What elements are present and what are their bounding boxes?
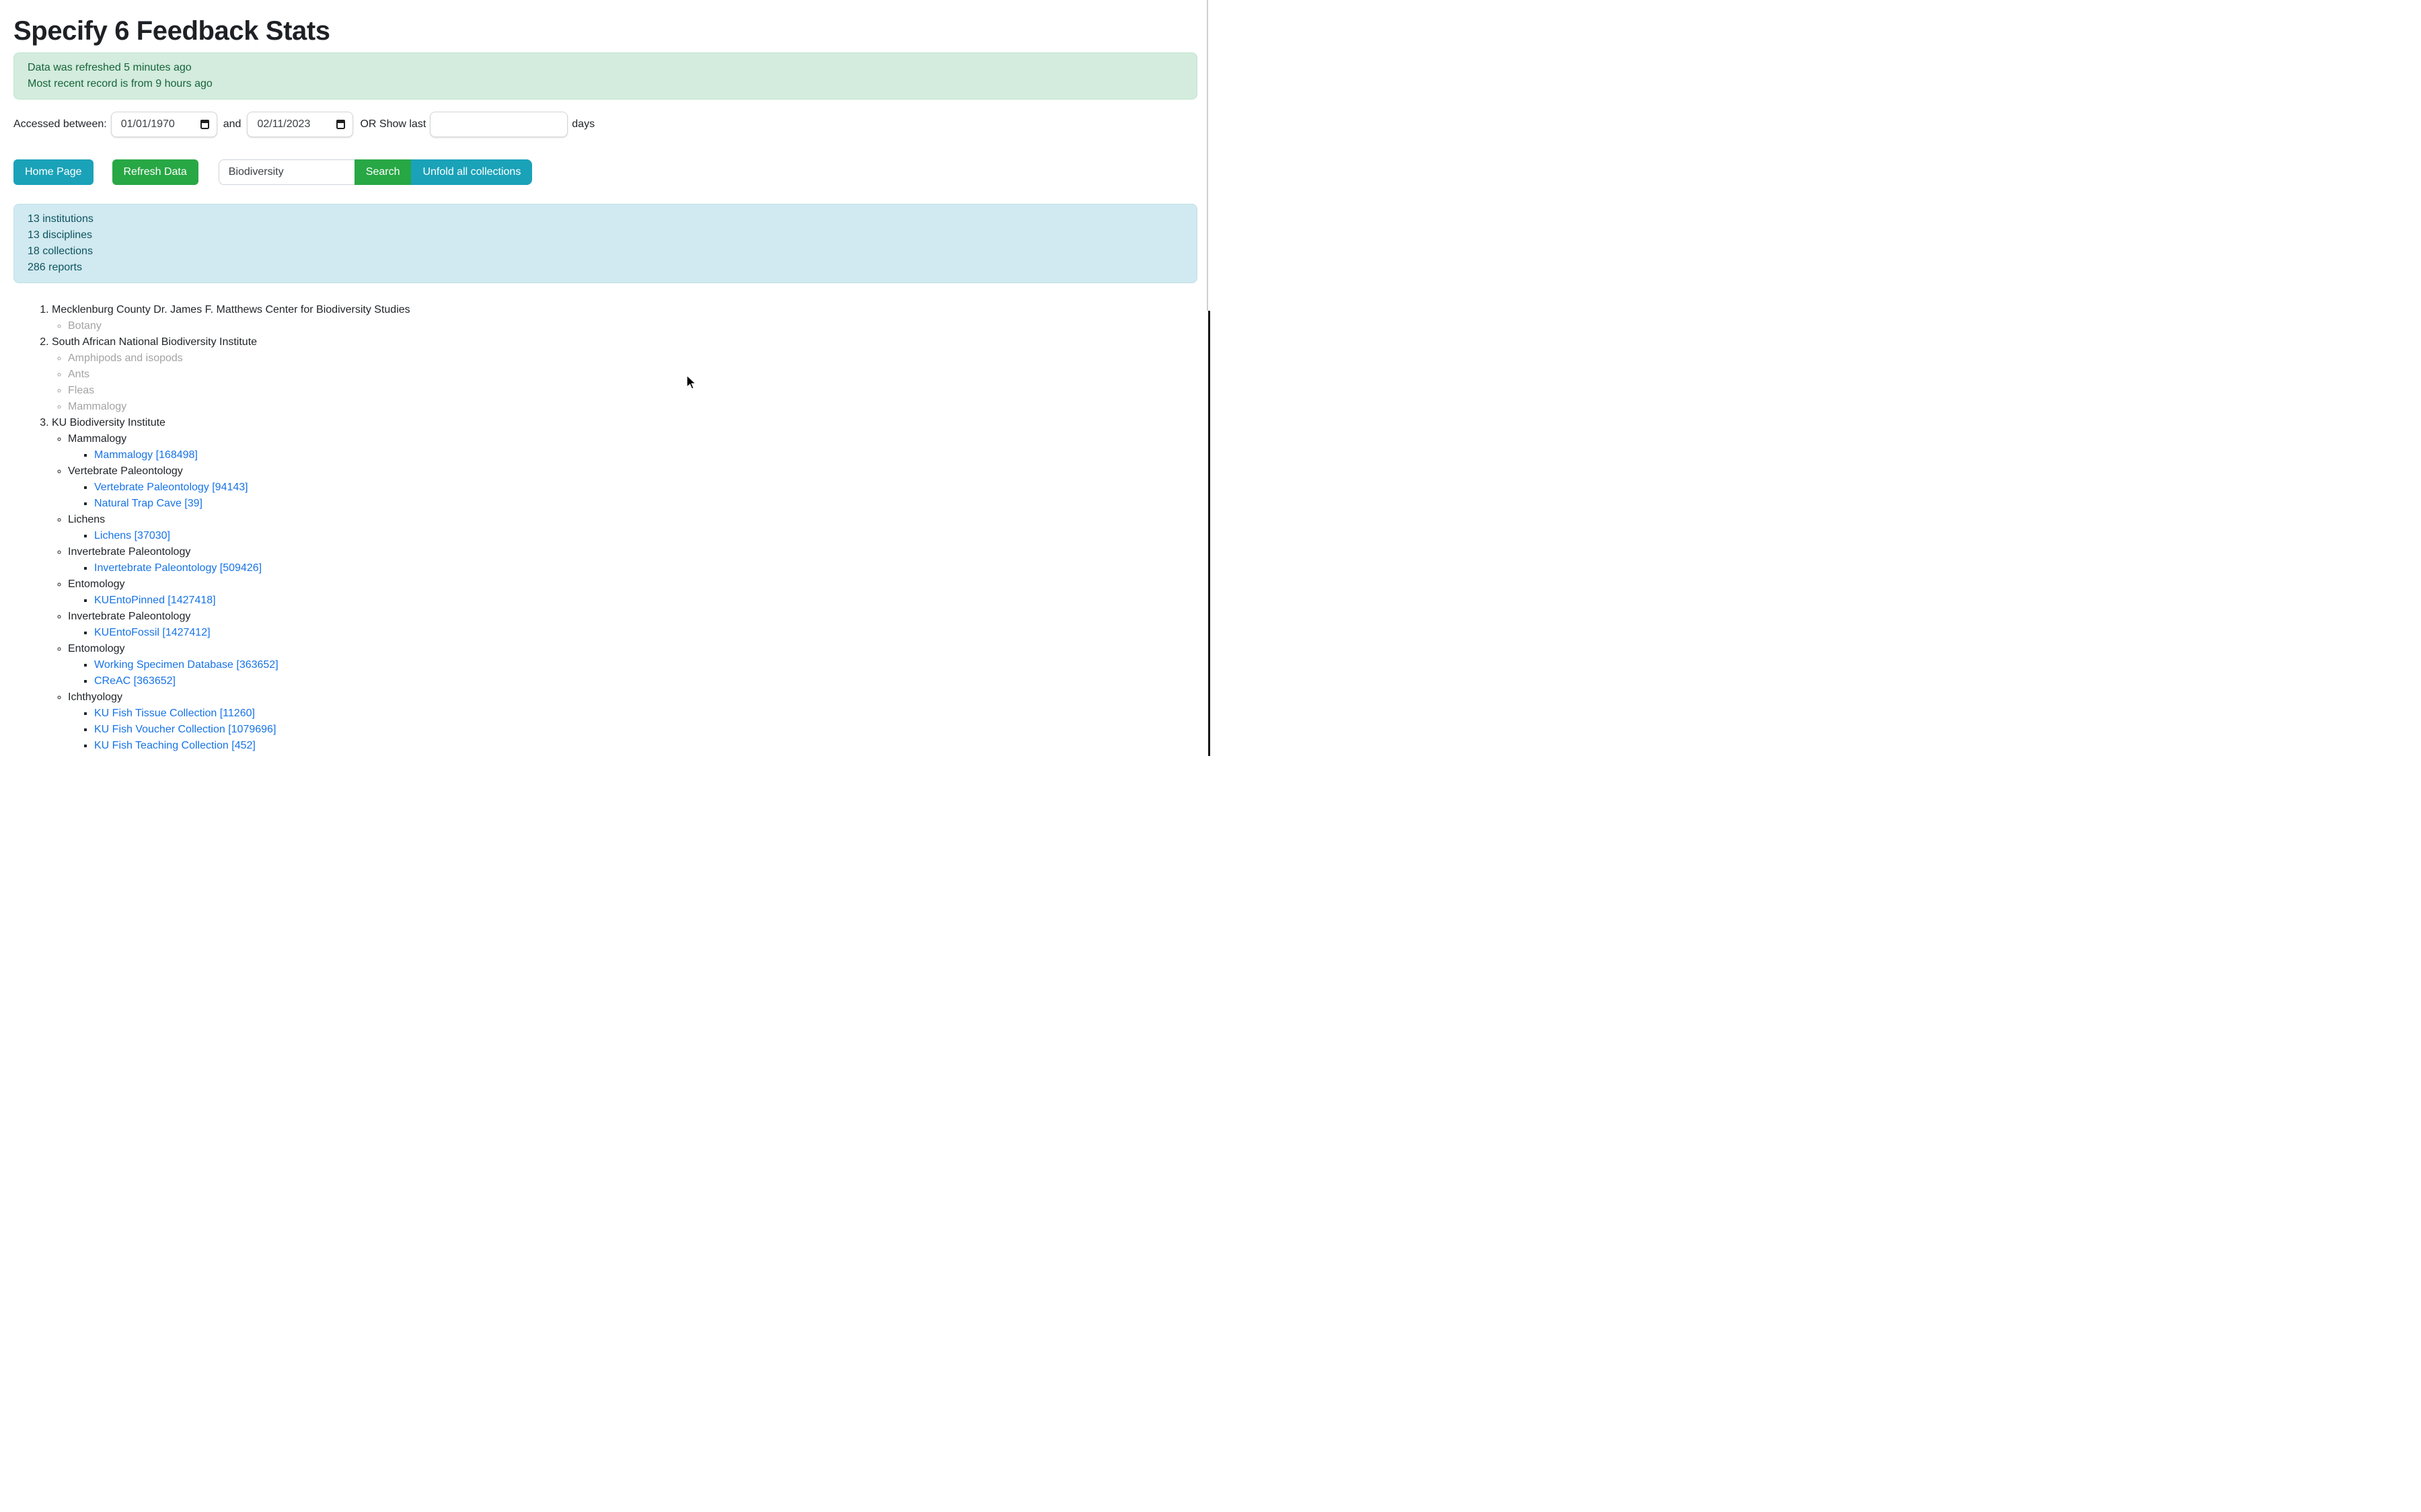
collection-item: CReAC [363652]: [94, 673, 1197, 689]
collections-list: Mammalogy [168498]: [68, 447, 1197, 463]
collection-link[interactable]: KU Fish Voucher Collection [1079696]: [94, 724, 276, 735]
institution-name: KU Biodiversity Institute: [52, 417, 165, 428]
discipline-name: Ichthyology: [68, 691, 122, 703]
refresh-status-alert: Data was refreshed 5 minutes ago Most re…: [13, 52, 1197, 100]
discipline-name: Ants: [68, 369, 89, 380]
discipline-name: Lichens: [68, 514, 105, 525]
institution-name: Mecklenburg County Dr. James F. Matthews…: [52, 304, 410, 315]
discipline-item: Mammalogy: [68, 399, 1197, 415]
disciplines-count: 13 disciplines: [28, 227, 1183, 243]
discipline-name: Invertebrate Paleontology: [68, 546, 190, 558]
discipline-item: Entomology KUEntoPinned [1427418]: [68, 576, 1197, 609]
collection-link[interactable]: KUEntoFossil [1427412]: [94, 627, 211, 638]
home-page-button[interactable]: Home Page: [13, 159, 94, 185]
institution-item: South African National Biodiversity Inst…: [52, 334, 1197, 415]
unfold-all-collections-button[interactable]: Unfold all collections: [411, 159, 532, 185]
discipline-name: Mammalogy: [68, 401, 126, 412]
collection-item: KU Fish Tissue Collection [11260]: [94, 706, 1197, 722]
collection-item: Lichens [37030]: [94, 528, 1197, 544]
show-last-days-input[interactable]: [430, 112, 568, 137]
discipline-item: Invertebrate Paleontology Invertebrate Pa…: [68, 544, 1197, 576]
collections-list: KUEntoFossil [1427412]: [68, 625, 1197, 641]
collection-item: nullz [2]: [94, 754, 1197, 756]
calendar-icon[interactable]: [336, 120, 345, 129]
page: Specify 6 Feedback Stats Data was refres…: [0, 0, 1211, 756]
collections-list: KU Fish Tissue Collection [11260] KU Fish…: [68, 706, 1197, 756]
end-date-field: [247, 112, 353, 137]
collection-item: Working Specimen Database [363652]: [94, 657, 1197, 673]
institution-item: KU Biodiversity InstituteMammalogyMammal…: [52, 415, 1197, 756]
collection-item: Invertebrate Paleontology [509426]: [94, 560, 1197, 576]
discipline-name: Mammalogy: [68, 433, 126, 445]
institutions-count: 13 institutions: [28, 211, 1183, 227]
discipline-item: Amphipods and isopods: [68, 350, 1197, 367]
discipline-item: Mammalogy Mammalogy [168498]: [68, 431, 1197, 463]
accessed-between-label: Accessed between:: [13, 112, 107, 137]
institution-item: Mecklenburg County Dr. James F. Matthews…: [52, 302, 1197, 334]
collection-link[interactable]: Vertebrate Paleontology [94143]: [94, 482, 248, 493]
refresh-data-button[interactable]: Refresh Data: [112, 159, 198, 185]
disciplines-list: Botany: [52, 318, 1197, 334]
discipline-name: Fleas: [68, 385, 94, 396]
start-date-field: [111, 112, 217, 137]
search-input[interactable]: [219, 159, 355, 185]
page-title: Specify 6 Feedback Stats: [13, 15, 1197, 47]
discipline-name: Entomology: [68, 643, 125, 654]
collection-link[interactable]: Working Specimen Database [363652]: [94, 659, 278, 671]
discipline-item: Ants: [68, 367, 1197, 383]
collection-link[interactable]: Mammalogy [168498]: [94, 449, 198, 461]
collection-item: Mammalogy [168498]: [94, 447, 1197, 463]
collection-item: KU Fish Teaching Collection [452]: [94, 738, 1197, 754]
discipline-item: Entomology Working Specimen Database [363…: [68, 641, 1197, 689]
collection-link[interactable]: Lichens [37030]: [94, 530, 170, 541]
discipline-item: Fleas: [68, 383, 1197, 399]
scrollbar-track: [1207, 0, 1208, 311]
discipline-name: Entomology: [68, 578, 125, 590]
refresh-status-line: Data was refreshed 5 minutes ago: [28, 60, 1183, 76]
action-toolbar: Home Page Refresh Data Search Unfold all…: [13, 159, 1197, 185]
discipline-item: Lichens Lichens [37030]: [68, 512, 1197, 544]
collection-item: Vertebrate Paleontology [94143]: [94, 480, 1197, 496]
recent-record-line: Most recent record is from 9 hours ago: [28, 76, 1183, 92]
collections-list: KUEntoPinned [1427418]: [68, 593, 1197, 609]
calendar-icon[interactable]: [200, 120, 209, 129]
collection-link[interactable]: CReAC [363652]: [94, 675, 176, 687]
discipline-item: Ichthyology KU Fish Tissue Collection [11…: [68, 689, 1197, 756]
days-label: days: [572, 112, 595, 137]
institution-name: South African National Biodiversity Inst…: [52, 336, 257, 348]
collection-item: KUEntoFossil [1427412]: [94, 625, 1197, 641]
summary-stats-alert: 13 institutions 13 disciplines 18 collec…: [13, 204, 1197, 283]
collection-item: Natural Trap Cave [39]: [94, 496, 1197, 512]
scrollbar-thumb[interactable]: [1208, 311, 1210, 756]
search-button[interactable]: Search: [355, 159, 412, 185]
discipline-name: Botany: [68, 320, 102, 332]
date-filter-row: Accessed between: and OR Show last days: [13, 112, 1197, 137]
institutions-list: Mecklenburg County Dr. James F. Matthews…: [13, 302, 1197, 756]
collection-link[interactable]: KU Fish Tissue Collection [11260]: [94, 708, 255, 719]
collection-link[interactable]: KU Fish Teaching Collection [452]: [94, 740, 256, 751]
collection-link[interactable]: Natural Trap Cave [39]: [94, 498, 202, 509]
collection-link[interactable]: KUEntoPinned [1427418]: [94, 595, 216, 606]
discipline-name: Amphipods and isopods: [68, 352, 183, 364]
disciplines-list: Amphipods and isopods Ants Fleas Mammalogy: [52, 350, 1197, 415]
collections-list: Vertebrate Paleontology [94143] Natural T…: [68, 480, 1197, 512]
disciplines-list: Mammalogy Mammalogy [168498] Vertebrate Pa…: [52, 431, 1197, 756]
collections-list: Invertebrate Paleontology [509426]: [68, 560, 1197, 576]
search-group: Search Unfold all collections: [219, 159, 533, 185]
collections-count: 18 collections: [28, 243, 1183, 260]
collection-item: KUEntoPinned [1427418]: [94, 593, 1197, 609]
discipline-item: Botany: [68, 318, 1197, 334]
reports-count: 286 reports: [28, 260, 1183, 276]
discipline-item: Vertebrate Paleontology Vertebrate Paleon…: [68, 463, 1197, 512]
collection-link[interactable]: Invertebrate Paleontology [509426]: [94, 562, 262, 574]
discipline-name: Vertebrate Paleontology: [68, 465, 183, 477]
or-show-last-label: OR Show last: [360, 112, 426, 137]
discipline-item: Invertebrate Paleontology KUEntoFossil [1…: [68, 609, 1197, 641]
collections-list: Lichens [37030]: [68, 528, 1197, 544]
discipline-name: Invertebrate Paleontology: [68, 611, 190, 622]
collection-item: KU Fish Voucher Collection [1079696]: [94, 722, 1197, 738]
collections-list: Working Specimen Database [363652] CReAC …: [68, 657, 1197, 689]
and-label: and: [223, 112, 241, 137]
